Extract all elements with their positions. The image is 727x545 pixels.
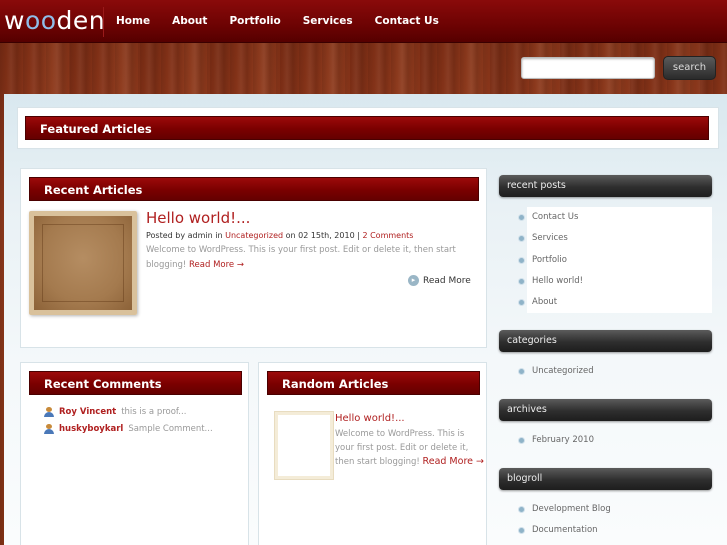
comment-author-link[interactable]: huskyboykarl <box>59 424 123 434</box>
bullet-icon <box>519 528 524 534</box>
sidebar-item-label: Services <box>532 233 568 244</box>
sidebar-item-label: Hello world! <box>532 275 584 286</box>
featured-articles-heading: Featured Articles <box>25 116 709 140</box>
sidebar-item-label: Portfolio <box>532 254 567 265</box>
bullet-icon <box>519 236 524 242</box>
comment-item: Roy Vincent this is a proof... <box>44 407 186 417</box>
nav-item-portfolio[interactable]: Portfolio <box>218 0 291 43</box>
site-logo[interactable]: wooden <box>4 6 105 35</box>
bullet-icon <box>519 215 524 220</box>
bullet-icon <box>519 507 524 512</box>
bullet-icon <box>519 369 524 374</box>
recent-posts-list: Contact Us Services Portfolio Hello worl… <box>499 207 712 314</box>
sidebar-item-uncategorized[interactable]: Uncategorized <box>499 361 712 382</box>
recent-posts-heading: recent posts <box>499 175 712 197</box>
nav-item-services[interactable]: Services <box>292 0 364 43</box>
comment-item: huskyboykarl Sample Comment... <box>44 424 213 434</box>
recent-comments-heading: Recent Comments <box>29 371 242 395</box>
post-title-link[interactable]: Hello world!... <box>146 209 250 227</box>
blogroll-list: Development Blog Documentation <box>499 499 712 542</box>
bullet-icon <box>519 257 524 263</box>
post-date: on 02 15th, 2010 | <box>283 231 363 240</box>
bullet-icon <box>519 278 524 284</box>
bullet-icon <box>519 300 524 306</box>
search-input[interactable] <box>521 57 655 79</box>
sidebar-item-label: Documentation <box>532 525 598 536</box>
sidebar-item-label: February 2010 <box>532 435 594 445</box>
sidebar-item-services[interactable]: Services <box>499 228 712 249</box>
blogroll-heading: blogroll <box>499 468 712 490</box>
comment-text[interactable]: this is a proof... <box>121 407 186 417</box>
recent-articles-panel: Recent Articles Hello world!... Posted b… <box>20 168 487 348</box>
search-button[interactable]: search <box>663 56 716 80</box>
read-more-label: Read More <box>423 275 471 286</box>
random-post-thumbnail[interactable] <box>275 412 333 479</box>
top-navigation: wooden Home About Portfolio Services Con… <box>0 0 727 43</box>
user-icon <box>44 424 54 434</box>
categories-heading: categories <box>499 330 712 352</box>
post-thumbnail[interactable] <box>29 211 137 315</box>
main-nav: Home About Portfolio Services Contact Us <box>105 0 450 43</box>
nav-item-home[interactable]: Home <box>105 0 161 43</box>
recent-comments-panel: Recent Comments Roy Vincent this is a pr… <box>20 362 249 545</box>
post-meta: Posted by admin in Uncategorized on 02 1… <box>146 231 413 240</box>
post-excerpt: Welcome to WordPress. This is your first… <box>146 243 476 273</box>
sidebar-item-label: Contact Us <box>532 212 579 222</box>
sidebar-item-contact-us[interactable]: Contact Us <box>499 207 712 228</box>
sidebar-item-portfolio[interactable]: Portfolio <box>499 250 712 271</box>
random-articles-panel: Random Articles Hello world!... Welcome … <box>258 362 487 545</box>
comments-link[interactable]: 2 Comments <box>362 231 413 240</box>
sidebar-item-about[interactable]: About <box>499 292 712 313</box>
random-read-more-link[interactable]: Read More → <box>423 456 484 467</box>
category-link[interactable]: Uncategorized <box>225 231 283 240</box>
sidebar-item-label: Development Blog <box>532 504 611 514</box>
featured-articles-section: Featured Articles <box>17 107 719 149</box>
sidebar-item-hello-world[interactable]: Hello world! <box>499 271 712 292</box>
sidebar-item-documentation[interactable]: Documentation <box>499 520 712 541</box>
user-icon <box>44 407 54 417</box>
post-meta-prefix: Posted by admin in <box>146 231 226 240</box>
random-post-title-link[interactable]: Hello world!... <box>335 413 405 424</box>
comment-author-link[interactable]: Roy Vincent <box>59 407 116 417</box>
random-post-excerpt: Welcome to WordPress. This is your first… <box>335 428 485 470</box>
inline-read-more-link[interactable]: Read More → <box>189 260 244 270</box>
recent-articles-heading: Recent Articles <box>29 177 479 201</box>
sidebar-item-february-2010[interactable]: February 2010 <box>499 430 712 451</box>
comment-text[interactable]: Sample Comment... <box>128 424 212 434</box>
nav-item-about[interactable]: About <box>161 0 218 43</box>
sidebar-item-label: About <box>532 297 558 308</box>
archives-list: February 2010 <box>499 430 712 451</box>
main-content: Featured Articles Recent Articles Hello … <box>4 94 727 545</box>
nav-divider <box>103 7 104 37</box>
categories-list: Uncategorized <box>499 361 712 382</box>
arrow-right-icon: ▸ <box>408 275 419 286</box>
nav-item-contact-us[interactable]: Contact Us <box>364 0 450 43</box>
read-more-button[interactable]: ▸ Read More <box>408 275 471 286</box>
thumbnail-frame <box>42 224 124 302</box>
archives-heading: archives <box>499 399 712 421</box>
bullet-icon <box>519 438 524 443</box>
sidebar-item-label: Uncategorized <box>532 366 594 376</box>
sidebar-item-development-blog[interactable]: Development Blog <box>499 499 712 520</box>
random-articles-heading: Random Articles <box>267 371 480 395</box>
